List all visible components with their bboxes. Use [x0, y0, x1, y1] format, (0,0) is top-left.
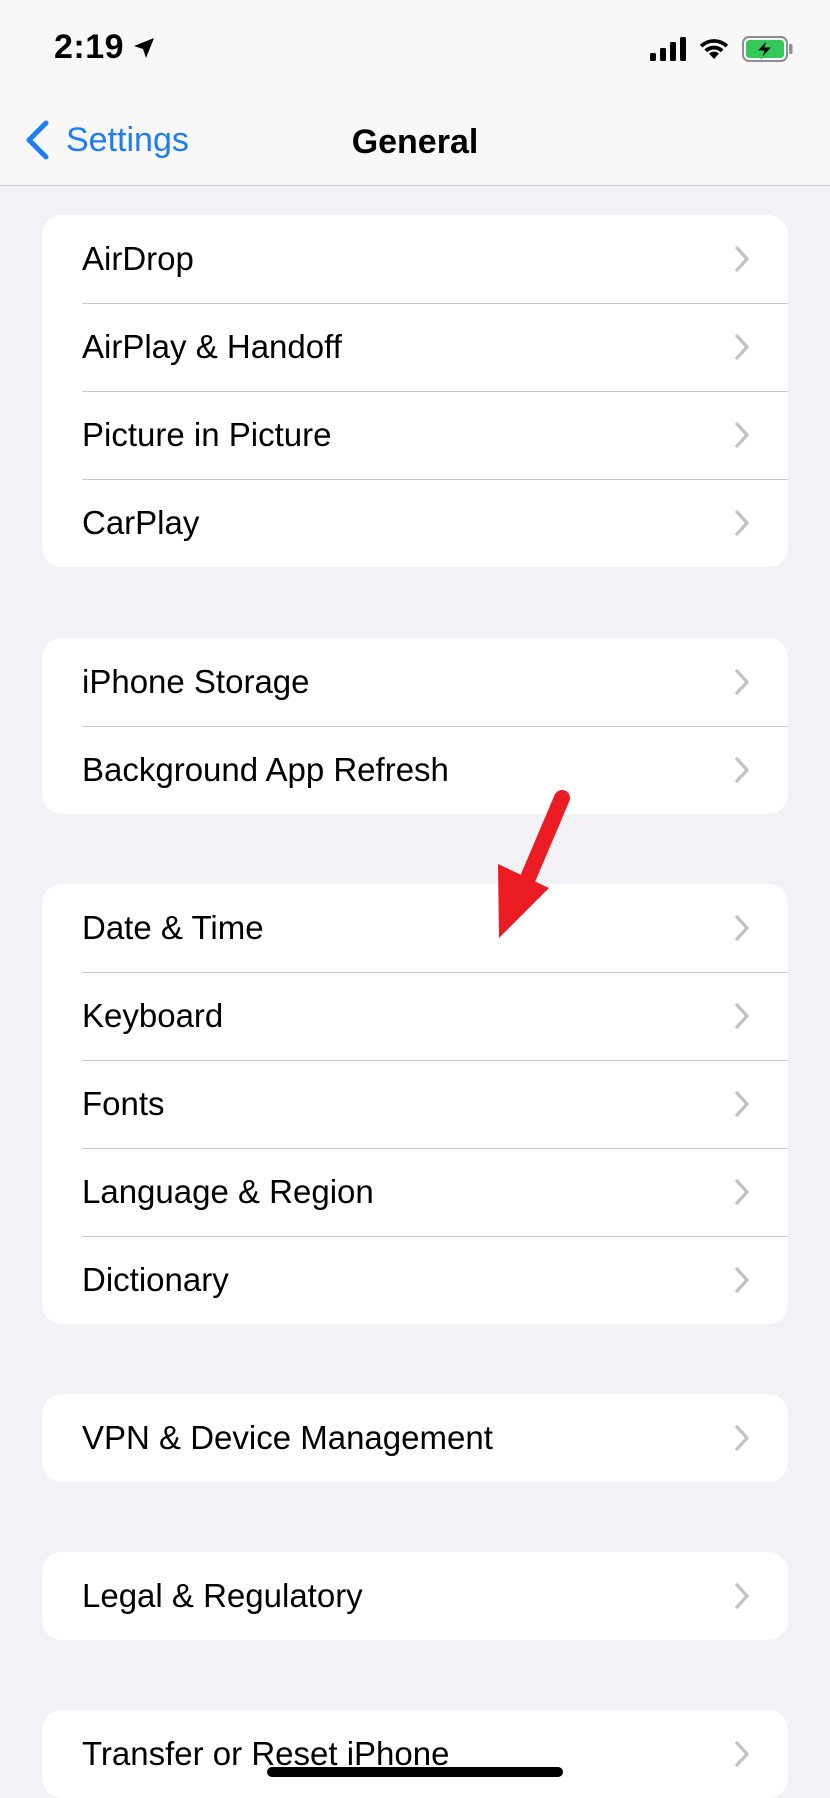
status-time: 2:19	[54, 28, 156, 67]
settings-row-label: Keyboard	[82, 997, 224, 1034]
cellular-signal-icon	[650, 37, 686, 61]
settings-row-picture-in-picture[interactable]: Picture in Picture	[42, 391, 788, 479]
settings-row-date-time[interactable]: Date & Time	[42, 884, 788, 972]
chevron-right-icon	[735, 1583, 749, 1609]
chevron-right-icon	[735, 422, 749, 448]
settings-row-transfer-or-reset-iphone[interactable]: Transfer or Reset iPhone	[42, 1710, 788, 1798]
settings-group: Date & Time Keyboard Fonts Language & Regio…	[42, 884, 788, 1324]
settings-row-carplay[interactable]: CarPlay	[42, 479, 788, 567]
settings-group: iPhone Storage Background App Refresh	[42, 638, 788, 814]
settings-row-airplay-handoff[interactable]: AirPlay & Handoff	[42, 303, 788, 391]
settings-row-airdrop[interactable]: AirDrop	[42, 215, 788, 303]
settings-row-label: Dictionary	[82, 1261, 229, 1298]
status-icons	[650, 36, 794, 62]
navigation-bar: Settings General	[0, 100, 830, 186]
settings-row-label: VPN & Device Management	[82, 1419, 493, 1456]
chevron-right-icon	[735, 669, 749, 695]
settings-row-label: AirPlay & Handoff	[82, 328, 342, 365]
settings-row-label: Date & Time	[82, 909, 264, 946]
home-indicator[interactable]	[267, 1767, 563, 1777]
chevron-right-icon	[735, 757, 749, 783]
settings-row-label: AirDrop	[82, 240, 194, 277]
red-arrow-icon	[498, 790, 570, 938]
settings-row-legal-regulatory[interactable]: Legal & Regulatory	[42, 1552, 788, 1640]
chevron-right-icon	[735, 334, 749, 360]
settings-group: Legal & Regulatory	[42, 1552, 788, 1640]
settings-row-language-region[interactable]: Language & Region	[42, 1148, 788, 1236]
battery-charging-icon	[742, 36, 793, 62]
settings-row-keyboard[interactable]: Keyboard	[42, 972, 788, 1060]
settings-row-label: Picture in Picture	[82, 416, 332, 453]
status-bar: 2:19	[0, 0, 830, 100]
chevron-right-icon	[735, 915, 749, 941]
wifi-icon	[699, 39, 729, 59]
settings-row-label: iPhone Storage	[82, 663, 310, 700]
settings-group: AirDrop AirPlay & Handoff Picture in Pictu…	[42, 215, 788, 567]
chevron-right-icon	[735, 1425, 749, 1451]
settings-row-label: CarPlay	[82, 504, 200, 541]
settings-row-label: Fonts	[82, 1085, 165, 1122]
settings-row-dictionary[interactable]: Dictionary	[42, 1236, 788, 1324]
settings-group: Transfer or Reset iPhone	[42, 1710, 788, 1798]
chevron-right-icon	[735, 1003, 749, 1029]
page-title: General	[351, 123, 479, 161]
settings-row-label: Background App Refresh	[82, 751, 449, 788]
chevron-right-icon	[735, 1741, 749, 1767]
chevron-right-icon	[735, 1179, 749, 1205]
chevron-right-icon	[735, 510, 749, 536]
location-arrow-icon	[134, 37, 155, 58]
settings-row-background-app-refresh[interactable]: Background App Refresh	[42, 726, 788, 814]
settings-row-label: Legal & Regulatory	[82, 1577, 363, 1614]
settings-row-fonts[interactable]: Fonts	[42, 1060, 788, 1148]
chevron-right-icon	[735, 246, 749, 272]
settings-row-vpn-device-management[interactable]: VPN & Device Management	[42, 1394, 788, 1482]
settings-group: VPN & Device Management	[42, 1394, 788, 1482]
chevron-right-icon	[735, 1091, 749, 1117]
status-time-text: 2:19	[54, 28, 125, 66]
settings-row-iphone-storage[interactable]: iPhone Storage	[42, 638, 788, 726]
chevron-right-icon	[735, 1267, 749, 1293]
settings-row-label: Language & Region	[82, 1173, 374, 1210]
